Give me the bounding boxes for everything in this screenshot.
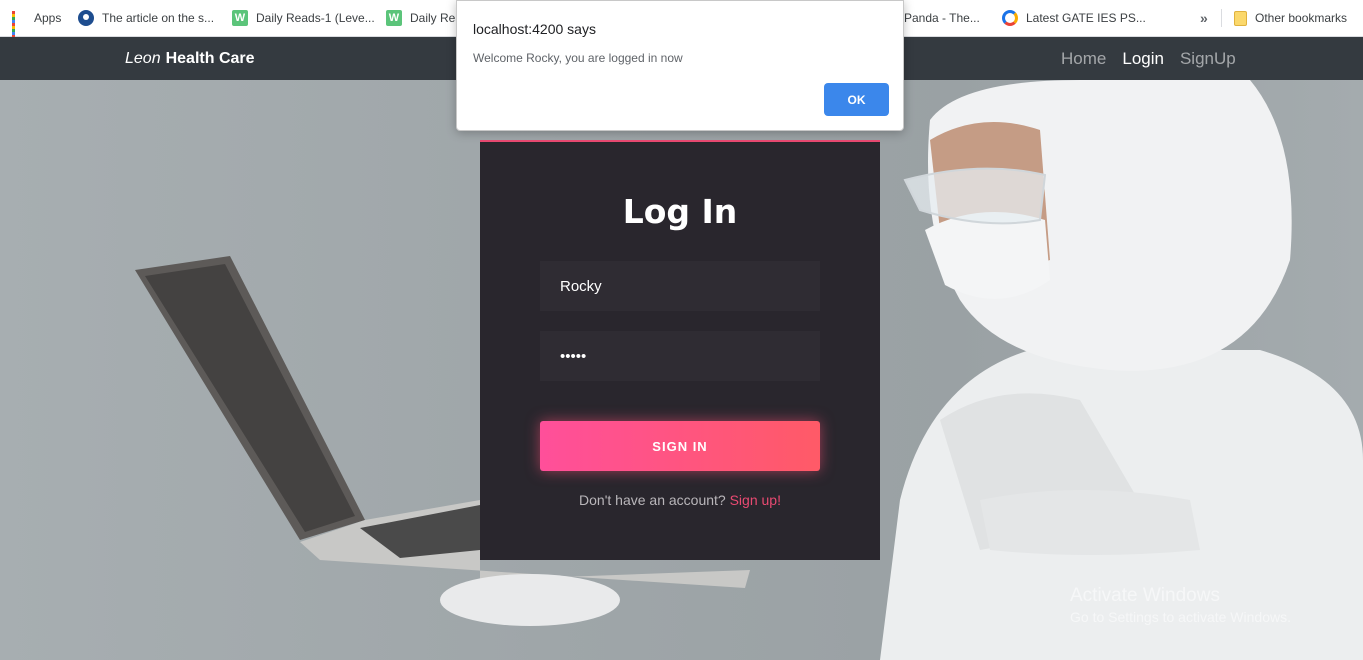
face-mask	[925, 212, 1050, 299]
watermark-title: Activate Windows	[1070, 585, 1220, 606]
apps-bookmark[interactable]: Apps	[12, 0, 62, 38]
bookmark-label: Panda - The...	[904, 11, 980, 25]
signup-prompt-line: Don't have an account? Sign up!	[480, 492, 880, 508]
bookmark-label: Daily Rea	[410, 11, 463, 25]
dialog-title: localhost:4200 says	[473, 21, 596, 37]
activate-windows-watermark: Activate Windows Go to Settings to activ…	[1070, 585, 1291, 625]
dialog-message: Welcome Rocky, you are logged in now	[473, 51, 683, 65]
bookmark-item[interactable]: Latest GATE IES PS...	[1002, 0, 1146, 36]
bookmark-item[interactable]: The article on the s...	[78, 0, 214, 36]
watermark-subtitle: Go to Settings to activate Windows.	[1070, 609, 1291, 625]
other-bookmarks[interactable]: Other bookmarks	[1234, 0, 1347, 36]
goggles	[903, 167, 1047, 225]
brand-bold: Health Care	[165, 49, 255, 67]
w-icon: W	[232, 10, 248, 26]
bookmark-label: The article on the s...	[102, 11, 215, 25]
ok-button[interactable]: OK	[824, 83, 889, 116]
bookmark-item[interactable]: W Daily Rea	[386, 0, 462, 36]
alert-dialog: localhost:4200 says Welcome Rocky, you a…	[456, 0, 904, 131]
w-icon: W	[386, 10, 402, 26]
bookmark-label: Daily Reads-1 (Leve...	[256, 11, 375, 25]
password-input[interactable]: •••••	[540, 331, 820, 381]
apps-grid-icon	[12, 11, 26, 38]
signup-prompt: Don't have an account?	[579, 492, 726, 508]
globe-icon	[78, 10, 94, 26]
bookmarks-overflow-button[interactable]: »	[1200, 0, 1208, 36]
nav-home[interactable]: Home	[1061, 49, 1106, 69]
g-icon	[1002, 10, 1018, 26]
login-card: Log In Rocky ••••• SIGN IN Don't have an…	[480, 140, 880, 560]
brand[interactable]: Leon Health Care	[125, 37, 255, 80]
sign-in-button[interactable]: SIGN IN	[540, 421, 820, 471]
username-input[interactable]: Rocky	[540, 261, 820, 311]
signup-link[interactable]: Sign up!	[730, 492, 781, 508]
bookmark-item[interactable]: W Daily Reads-1 (Leve...	[232, 0, 375, 36]
folder-icon	[1234, 10, 1247, 26]
other-bookmarks-label: Other bookmarks	[1255, 11, 1348, 25]
brand-italic: Leon	[125, 49, 161, 67]
nav-links: Home Login SignUp	[1061, 37, 1252, 80]
bookmark-item[interactable]: Panda - The...	[904, 0, 980, 36]
apps-label: Apps	[34, 11, 62, 25]
gloved-hand	[440, 574, 620, 626]
nav-signup[interactable]: SignUp	[1180, 49, 1236, 69]
login-title: Log In	[622, 192, 738, 231]
nav-login[interactable]: Login	[1122, 49, 1164, 69]
bookmark-label: Latest GATE IES PS...	[1026, 11, 1146, 25]
bookmarks-divider	[1221, 9, 1222, 27]
